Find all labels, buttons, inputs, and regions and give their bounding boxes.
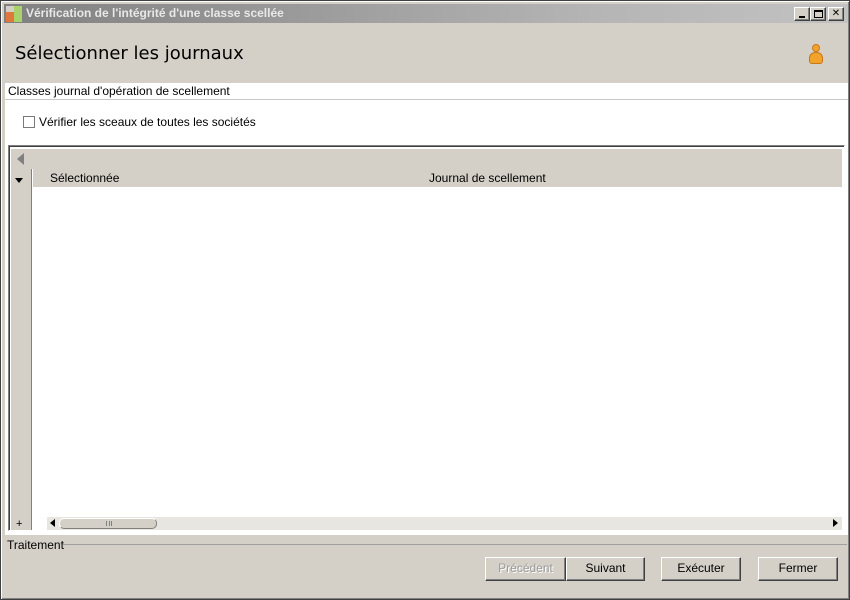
page-title: Sélectionner les journaux bbox=[15, 43, 244, 64]
column-header-selected[interactable]: Sélectionnée bbox=[50, 171, 119, 185]
grip-icon bbox=[106, 521, 112, 526]
minimize-icon bbox=[799, 16, 805, 18]
close-icon: ✕ bbox=[831, 8, 841, 19]
scroll-right-icon[interactable] bbox=[833, 519, 838, 527]
user-icon bbox=[807, 43, 825, 67]
window: Vérification de l'intégrité d'une classe… bbox=[0, 0, 850, 600]
close-button[interactable]: Fermer bbox=[758, 557, 838, 581]
verify-all-companies-label[interactable]: Vérifier les sceaux de toutes les sociét… bbox=[39, 115, 256, 129]
journals-grid[interactable]: + Sélectionnée Journal de scellement bbox=[8, 145, 845, 531]
scroll-left-arrow-icon[interactable] bbox=[17, 153, 24, 165]
execute-button[interactable]: Exécuter bbox=[661, 557, 741, 581]
content-panel: Classes journal d'opération de scellemen… bbox=[5, 83, 848, 535]
next-button[interactable]: Suivant bbox=[566, 557, 645, 581]
column-header-journal[interactable]: Journal de scellement bbox=[429, 171, 546, 185]
add-row-button[interactable]: + bbox=[16, 519, 22, 530]
title-bar[interactable]: Vérification de l'intégrité d'une classe… bbox=[4, 4, 848, 23]
horizontal-scrollbar[interactable] bbox=[47, 517, 842, 530]
previous-button[interactable]: Précédent bbox=[485, 557, 566, 581]
status-label: Traitement bbox=[7, 538, 64, 552]
verify-all-companies-checkbox[interactable] bbox=[23, 116, 35, 128]
row-selector-column: + bbox=[11, 169, 32, 530]
maximize-button[interactable] bbox=[810, 7, 826, 21]
column-chooser-dropdown-icon[interactable] bbox=[15, 178, 23, 183]
app-icon bbox=[6, 6, 22, 22]
grid-column-header: Sélectionnée Journal de scellement bbox=[33, 169, 842, 187]
section-header: Classes journal d'opération de scellemen… bbox=[5, 83, 848, 100]
scroll-left-icon[interactable] bbox=[50, 519, 55, 527]
maximize-icon bbox=[814, 10, 823, 18]
minimize-button[interactable] bbox=[794, 7, 810, 21]
group-by-bar[interactable] bbox=[11, 149, 842, 169]
close-window-button[interactable]: ✕ bbox=[828, 7, 844, 21]
status-divider bbox=[63, 544, 847, 545]
window-title: Vérification de l'intégrité d'une classe… bbox=[26, 6, 284, 20]
scrollbar-thumb[interactable] bbox=[59, 518, 157, 529]
